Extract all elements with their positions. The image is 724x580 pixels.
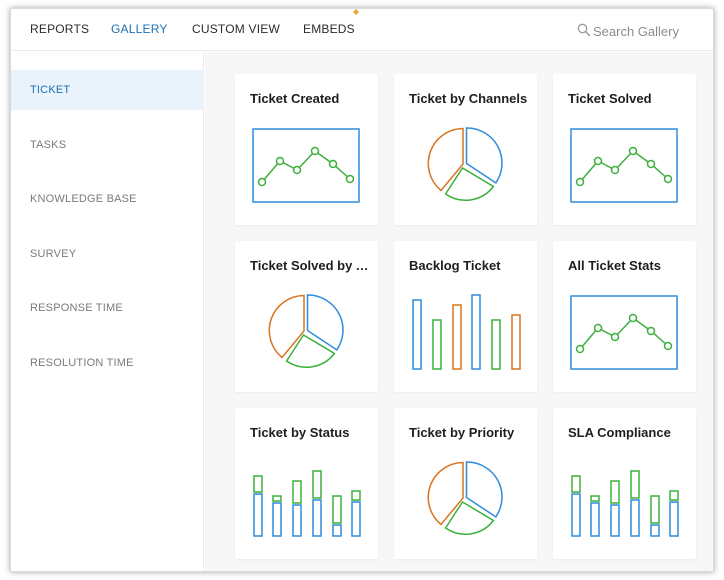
notification-dot-icon [353, 9, 359, 15]
report-card-ticket-created[interactable]: Ticket Created [235, 74, 378, 225]
line-chart-icon [252, 128, 360, 203]
report-card-ticket-by-status[interactable]: Ticket by Status [235, 408, 378, 559]
card-title: Ticket Solved [568, 91, 652, 106]
pie-chart-icon [427, 461, 503, 535]
top-navigation: REPORTS GALLERY CUSTOM VIEW EMBEDS [11, 9, 713, 51]
card-title: Ticket by Priority [409, 425, 515, 440]
tab-gallery[interactable]: GALLERY [111, 22, 168, 36]
sidebar-item-tasks[interactable]: TASKS [11, 125, 204, 165]
tab-embeds[interactable]: EMBEDS [303, 22, 355, 36]
card-title: Ticket by Channels [409, 91, 528, 106]
bar-chart-icon [412, 294, 521, 370]
search-input[interactable] [593, 21, 693, 41]
report-card-backlog-ticket[interactable]: Backlog Ticket [394, 241, 537, 392]
line-chart-icon [570, 128, 678, 203]
card-title: SLA Compliance [568, 425, 671, 440]
card-title: Ticket Solved by Agent [250, 258, 370, 273]
sidebar-item-ticket[interactable]: TICKET [11, 70, 204, 110]
pie-chart-icon [268, 294, 344, 368]
report-card-ticket-solved-by-agent[interactable]: Ticket Solved by Agent [235, 241, 378, 392]
stacked-bar-chart-icon [571, 470, 679, 537]
report-card-ticket-by-channels[interactable]: Ticket by Channels [394, 74, 537, 225]
pie-chart-icon [427, 127, 503, 201]
card-title: Ticket Created [250, 91, 340, 106]
sidebar-item-survey[interactable]: SURVEY [11, 234, 204, 274]
sidebar: TICKET TASKS KNOWLEDGE BASE SURVEY RESPO… [11, 52, 204, 571]
sidebar-item-knowledge-base[interactable]: KNOWLEDGE BASE [11, 179, 204, 219]
card-title: Ticket by Status [250, 425, 350, 440]
report-card-ticket-by-priority[interactable]: Ticket by Priority [394, 408, 537, 559]
sidebar-item-response-time[interactable]: RESPONSE TIME [11, 288, 204, 328]
gallery-grid: Ticket Created Ticket by Channels Ticket… [205, 52, 713, 571]
sidebar-item-resolution-time[interactable]: RESOLUTION TIME [11, 343, 204, 383]
card-title: All Ticket Stats [568, 258, 661, 273]
tab-reports[interactable]: REPORTS [30, 22, 89, 36]
search-icon [577, 23, 591, 37]
search-box [577, 21, 693, 41]
tab-custom-view[interactable]: CUSTOM VIEW [192, 22, 280, 36]
app-window: REPORTS GALLERY CUSTOM VIEW EMBEDS TICKE… [10, 8, 714, 572]
report-card-all-ticket-stats[interactable]: All Ticket Stats [553, 241, 696, 392]
card-title: Backlog Ticket [409, 258, 501, 273]
report-card-sla-compliance[interactable]: SLA Compliance [553, 408, 696, 559]
line-chart-icon [570, 295, 678, 370]
stacked-bar-chart-icon [253, 470, 361, 537]
report-card-ticket-solved[interactable]: Ticket Solved [553, 74, 696, 225]
